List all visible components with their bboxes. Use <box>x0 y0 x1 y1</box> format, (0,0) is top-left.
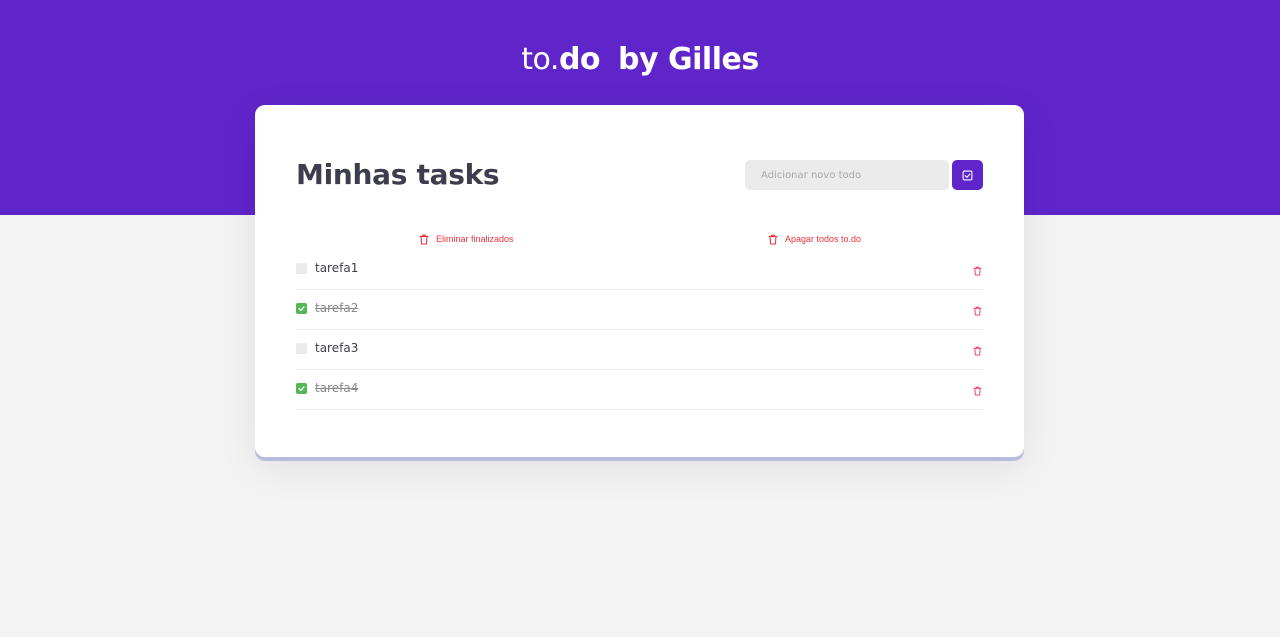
delete-all-button[interactable]: Apagar todos to.do <box>768 232 861 246</box>
brand-name: do <box>558 42 601 77</box>
trash-icon <box>973 306 982 316</box>
task-checkbox[interactable] <box>296 383 307 394</box>
delete-finished-label: Eliminar finalizados <box>436 234 514 244</box>
trash-icon <box>973 346 982 356</box>
task-row: tarefa4 <box>296 370 983 410</box>
delete-all-label: Apagar todos to.do <box>785 234 862 244</box>
add-todo-button[interactable] <box>952 160 983 190</box>
check-icon <box>298 306 305 312</box>
task-label: tarefa2 <box>315 301 359 315</box>
brand-logo: to.do by Gilles <box>0 40 1280 80</box>
trash-icon <box>419 234 429 245</box>
task-label: tarefa1 <box>315 261 359 275</box>
checkbox-check-icon <box>962 170 973 180</box>
task-row: tarefa3 <box>296 330 983 370</box>
task-row: tarefa1 <box>296 250 983 290</box>
trash-icon <box>973 266 982 276</box>
delete-task-button[interactable] <box>973 341 982 360</box>
delete-finished-button[interactable]: Eliminar finalizados <box>419 232 514 246</box>
delete-task-button[interactable] <box>973 261 982 280</box>
task-checkbox[interactable] <box>296 263 307 274</box>
trash-icon <box>768 234 778 245</box>
task-checkbox[interactable] <box>296 303 307 314</box>
trash-icon <box>973 386 982 396</box>
task-label: tarefa3 <box>315 341 359 355</box>
task-list: tarefa1 tarefa2 tarefa3 tarefa4 <box>296 250 983 410</box>
task-row: tarefa2 <box>296 290 983 330</box>
delete-task-button[interactable] <box>973 301 982 320</box>
card-title: Minhas tasks <box>296 158 500 191</box>
todo-card: Minhas tasks Eliminar finalizados Apagar… <box>255 105 1024 457</box>
check-icon <box>298 386 305 392</box>
brand-suffix: by Gilles <box>618 42 759 77</box>
delete-task-button[interactable] <box>973 381 982 400</box>
task-checkbox[interactable] <box>296 343 307 354</box>
brand-prefix: to. <box>521 42 559 77</box>
task-label: tarefa4 <box>315 381 359 395</box>
new-todo-input[interactable] <box>745 160 949 190</box>
